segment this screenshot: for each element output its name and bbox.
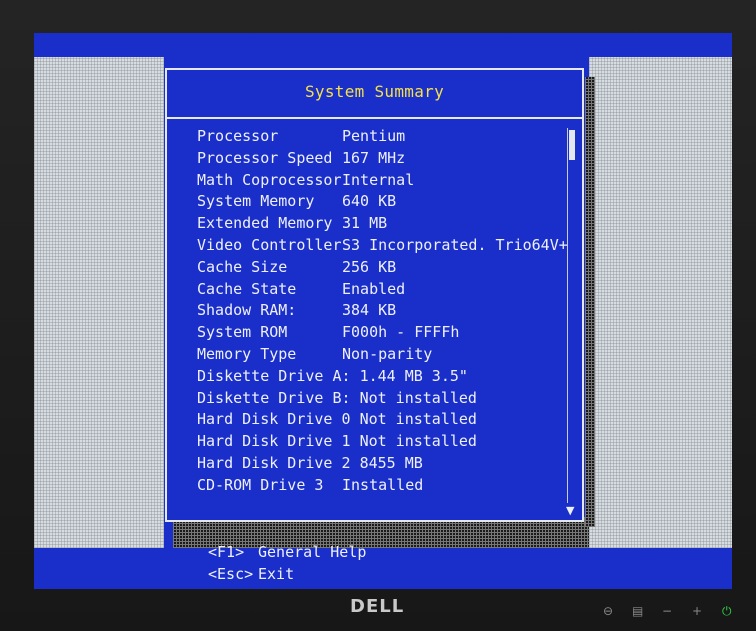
row-label: Diskette Drive A: bbox=[197, 366, 351, 385]
plus-icon[interactable]: + bbox=[692, 604, 702, 618]
dialog-shadow-right bbox=[585, 77, 595, 527]
row-label: System ROM bbox=[197, 323, 288, 342]
row-label: Cache State bbox=[197, 279, 297, 298]
row-label: Processor bbox=[197, 127, 279, 145]
row-label: CD-ROM Drive 3 bbox=[197, 475, 324, 494]
row-label: Extended Memory bbox=[197, 214, 333, 233]
summary-row: Math CoprocessorInternal bbox=[197, 170, 568, 192]
minus-icon[interactable]: − bbox=[662, 604, 672, 618]
scrollbar[interactable]: ▼ bbox=[566, 128, 575, 517]
row-label: Video Controller bbox=[197, 235, 342, 254]
dialog-header: System Summary bbox=[167, 70, 582, 119]
system-summary-dialog: System Summary Processor Pentium Processo… bbox=[165, 68, 584, 522]
row-value: Non-parity bbox=[342, 344, 433, 363]
dither-panel-left bbox=[34, 57, 164, 548]
summary-list: Processor Pentium Processor Speed 167 MHz … bbox=[197, 126, 568, 497]
row-value: Not installed bbox=[359, 432, 477, 451]
dither-panel-right bbox=[589, 57, 732, 548]
summary-row: Hard Disk Drive 1 Not installed bbox=[197, 431, 568, 453]
row-value: 1.44 MB 3.5" bbox=[359, 366, 468, 385]
input-source-icon[interactable]: ⊖ bbox=[603, 604, 613, 618]
summary-row: Processor Speed 167 MHz bbox=[197, 148, 568, 170]
bios-screen: System Summary Processor Pentium Processo… bbox=[34, 33, 732, 589]
row-label: Hard Disk Drive 2 bbox=[197, 453, 351, 472]
row-value: Not installed bbox=[359, 410, 477, 429]
summary-row: System Memory 640 KB bbox=[197, 191, 568, 213]
help-key: <F1> bbox=[208, 543, 245, 561]
summary-row: Shadow RAM: 384 KB bbox=[197, 300, 568, 322]
summary-row: Cache State Enabled bbox=[197, 279, 568, 301]
summary-row: Diskette Drive B: Not installed bbox=[197, 388, 568, 410]
row-value: Pentium bbox=[342, 127, 406, 145]
row-value: 31 MB bbox=[342, 214, 388, 233]
row-value: 256 KB bbox=[342, 257, 397, 276]
scroll-down-arrow-icon[interactable]: ▼ bbox=[566, 504, 574, 517]
dell-logo: DELL bbox=[350, 596, 405, 617]
row-label: Hard Disk Drive 1 bbox=[197, 432, 351, 451]
row-value: Not installed bbox=[359, 388, 477, 407]
row-value: 167 MHz bbox=[342, 148, 406, 167]
dialog-title: System Summary bbox=[304, 82, 445, 101]
summary-row: Video ControllerS3 Incorporated. Trio64V… bbox=[197, 235, 568, 257]
row-label: Hard Disk Drive 0 bbox=[197, 410, 351, 429]
row-label: Processor Speed bbox=[197, 148, 333, 167]
power-icon[interactable]: ⏻ bbox=[722, 604, 732, 619]
help-esc: <Esc> Exit bbox=[208, 565, 294, 583]
summary-row: Memory Type Non-parity bbox=[197, 344, 568, 366]
summary-row: CD-ROM Drive 3 Installed bbox=[197, 475, 568, 497]
row-value: Enabled bbox=[342, 279, 406, 298]
help-f1: <F1> General Help bbox=[208, 543, 366, 561]
row-label: Memory Type bbox=[197, 344, 297, 363]
row-value: 640 KB bbox=[342, 192, 397, 211]
help-action: Exit bbox=[258, 565, 295, 583]
help-action: General Help bbox=[258, 543, 367, 561]
summary-row: Extended Memory 31 MB bbox=[197, 213, 568, 235]
row-value: S3 Incorporated. Trio64V+ bbox=[342, 235, 568, 254]
row-value: F000h - FFFFh bbox=[342, 323, 460, 342]
row-value: 384 KB bbox=[342, 301, 397, 320]
row-value: 8455 MB bbox=[359, 453, 423, 472]
row-value: Internal bbox=[342, 170, 415, 189]
summary-row: Cache Size 256 KB bbox=[197, 257, 568, 279]
row-label: Diskette Drive B: bbox=[197, 388, 351, 407]
row-label: Cache Size bbox=[197, 257, 288, 276]
row-value: Installed bbox=[342, 475, 424, 494]
summary-row: Diskette Drive A: 1.44 MB 3.5" bbox=[197, 366, 568, 388]
summary-row: Hard Disk Drive 2 8455 MB bbox=[197, 453, 568, 475]
summary-row: Hard Disk Drive 0 Not installed bbox=[197, 409, 568, 431]
row-label: System Memory bbox=[197, 192, 315, 211]
help-key: <Esc> bbox=[208, 565, 254, 583]
summary-row: Processor Pentium bbox=[197, 126, 568, 148]
row-label: Math Coprocessor bbox=[197, 170, 342, 189]
scrollbar-thumb[interactable] bbox=[569, 130, 575, 160]
summary-row: System ROM F000h - FFFFh bbox=[197, 322, 568, 344]
menu-icon[interactable]: ▤ bbox=[632, 604, 643, 618]
row-label: Shadow RAM: bbox=[197, 301, 297, 320]
